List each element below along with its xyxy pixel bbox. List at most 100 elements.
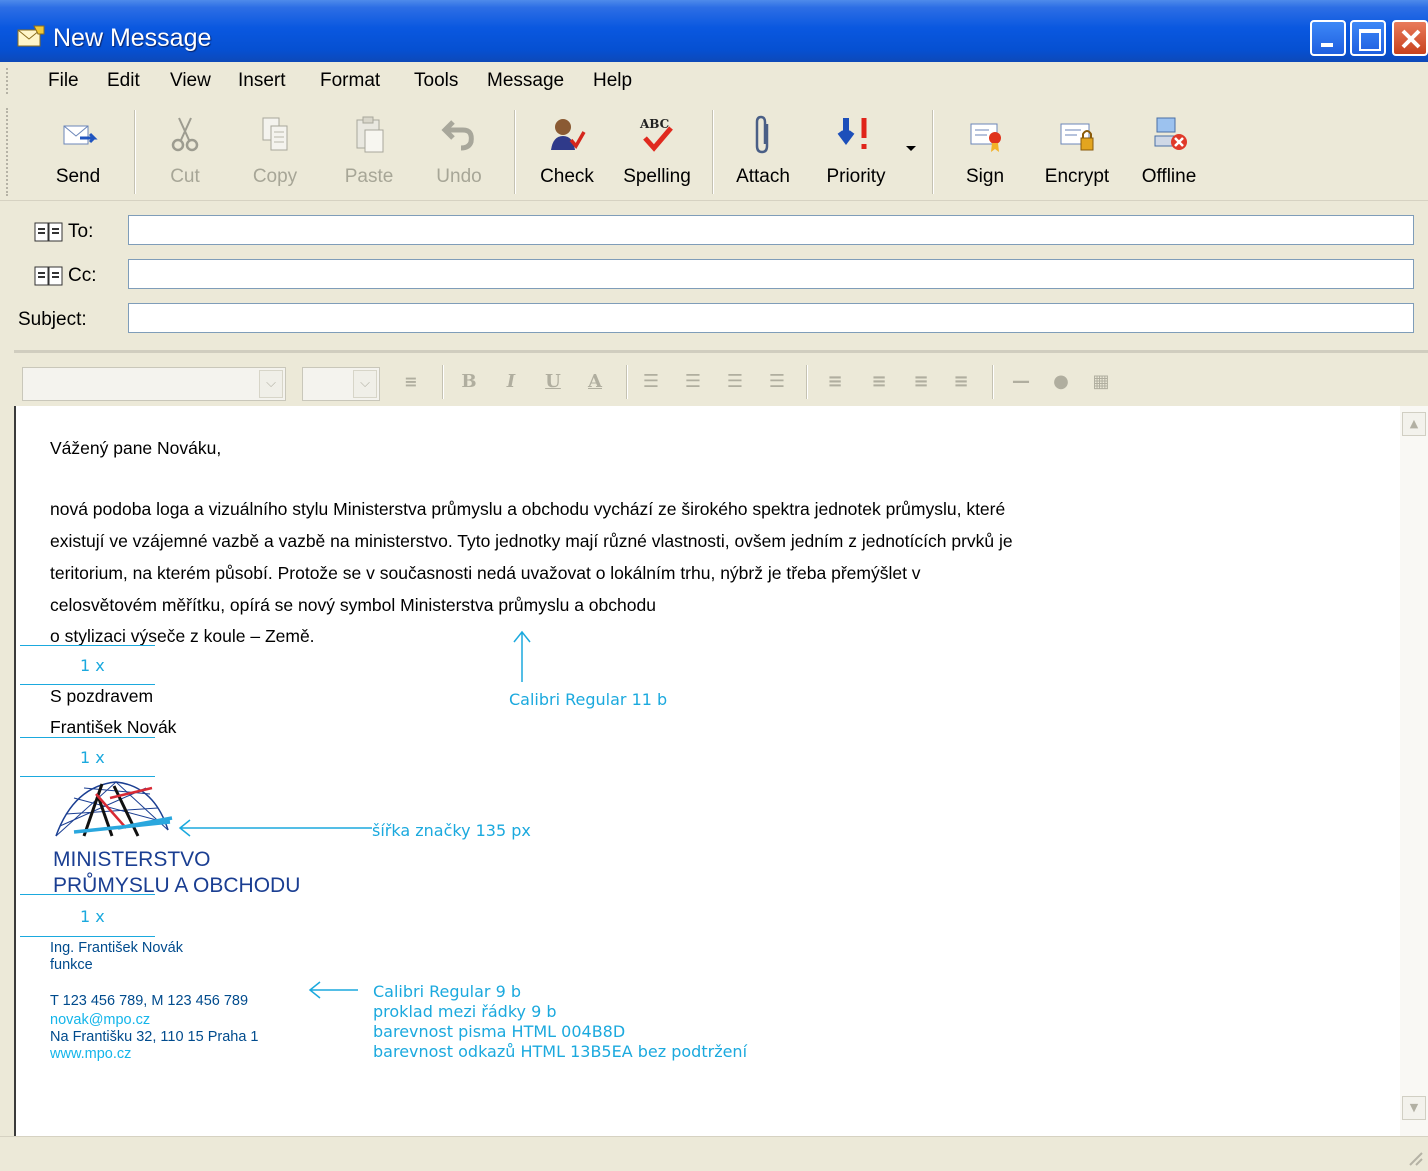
- spacing-guide-line: [20, 936, 155, 937]
- bold-icon[interactable]: B: [456, 367, 482, 397]
- status-bar: [0, 1136, 1428, 1171]
- menu-bar: File Edit View Insert Format Tools Messa…: [0, 62, 1428, 154]
- horizontal-line-icon[interactable]: —: [1008, 367, 1034, 397]
- chevron-down-icon: ⌵: [353, 370, 377, 398]
- hyperlink-icon[interactable]: ●: [1048, 367, 1074, 397]
- justify-icon[interactable]: ≡: [948, 367, 974, 397]
- paragraph-style-icon[interactable]: ≡: [398, 367, 424, 397]
- menu-help[interactable]: Help: [593, 70, 632, 92]
- subject-field[interactable]: [128, 303, 1414, 333]
- vertical-scrollbar[interactable]: ▲ ▼: [1400, 406, 1428, 1136]
- body-font-annotation: Calibri Regular 11 b: [509, 690, 668, 709]
- menu-format[interactable]: Format: [320, 70, 380, 92]
- cut-button[interactable]: Cut: [150, 114, 220, 194]
- copy-button[interactable]: Copy: [240, 114, 310, 194]
- formatting-toolbar: ⌵ ⌵ ≡ B I U A ☰ ☰ ☰ ☰ ≡ ≡ ≡ ≡ — ● ▦: [14, 350, 1428, 409]
- signature-email-link[interactable]: novak@mpo.cz: [50, 1012, 150, 1029]
- check-names-button[interactable]: Check: [532, 114, 602, 194]
- bullet-list-icon[interactable]: ☰: [680, 367, 706, 397]
- sign-button[interactable]: Sign: [950, 114, 1020, 194]
- italic-icon[interactable]: I: [498, 367, 524, 397]
- format-separator: [442, 365, 444, 399]
- check-names-icon: [551, 119, 586, 150]
- toolbar-separator: [514, 110, 516, 194]
- lock-icon: [1060, 123, 1094, 151]
- resize-grip-icon[interactable]: [1406, 1149, 1424, 1167]
- paragraph-line: existují ve vzájemné vazbě a vazbě na mi…: [50, 531, 1013, 551]
- font-color-icon[interactable]: A: [582, 367, 608, 397]
- subject-label: Subject:: [18, 309, 87, 330]
- scroll-up-button[interactable]: ▲: [1402, 412, 1426, 436]
- offline-button[interactable]: Offline: [1134, 114, 1204, 194]
- copy-icon: [262, 117, 288, 151]
- menu-file[interactable]: File: [48, 70, 79, 92]
- align-right-icon[interactable]: ≡: [908, 367, 934, 397]
- to-field[interactable]: [128, 215, 1414, 245]
- maximize-icon: [1359, 29, 1381, 51]
- spelling-button[interactable]: ABC Spelling: [620, 114, 694, 194]
- menu-view[interactable]: View: [170, 70, 211, 92]
- address-book-icon[interactable]: [34, 265, 64, 287]
- spacing-note: 1 x: [80, 907, 105, 926]
- send-icon: [63, 125, 98, 145]
- message-header: To: Cc: Subject:: [0, 200, 1428, 349]
- font-size-select[interactable]: ⌵: [302, 367, 380, 401]
- numbered-list-icon[interactable]: ☰: [638, 367, 664, 397]
- minimize-icon: [1321, 43, 1333, 47]
- attach-button[interactable]: Attach: [728, 114, 798, 194]
- signature-phone: T 123 456 789, M 123 456 789: [50, 993, 249, 1009]
- undo-button[interactable]: Undo: [424, 114, 494, 194]
- menu-tools[interactable]: Tools: [414, 70, 458, 92]
- spacing-note: 1 x: [80, 748, 105, 767]
- paste-button[interactable]: Paste: [332, 114, 406, 194]
- underline-icon[interactable]: U: [540, 367, 566, 397]
- new-message-icon: [17, 25, 45, 47]
- encrypt-button[interactable]: Encrypt: [1040, 114, 1114, 194]
- signature-web-link[interactable]: www.mpo.cz: [50, 1046, 131, 1063]
- align-center-icon[interactable]: ≡: [866, 367, 892, 397]
- signature-annotation-line: Calibri Regular 9 b: [373, 982, 522, 1001]
- spacing-note: 1 x: [80, 656, 105, 675]
- priority-button[interactable]: Priority: [818, 114, 894, 194]
- minimize-button[interactable]: [1310, 20, 1346, 56]
- decrease-indent-icon[interactable]: ☰: [722, 367, 748, 397]
- signature-annotation-line: proklad mezi řádky 9 b: [373, 1002, 557, 1021]
- close-button[interactable]: [1392, 20, 1428, 56]
- scissors-icon: [171, 117, 199, 152]
- paragraph-line: celosvětovém měřítku, opírá se nový symb…: [50, 595, 656, 615]
- toolbar-grip: [6, 108, 11, 196]
- format-separator: [806, 365, 808, 399]
- window-title: New Message: [53, 24, 212, 52]
- menu-grip: [6, 68, 11, 94]
- format-separator: [626, 365, 628, 399]
- send-button[interactable]: Send: [44, 114, 112, 194]
- align-left-icon[interactable]: ≡: [822, 367, 848, 397]
- spacing-guide-line: [20, 776, 155, 777]
- insert-picture-icon[interactable]: ▦: [1088, 367, 1114, 397]
- spacing-guide-line: [20, 737, 155, 738]
- increase-indent-icon[interactable]: ☰: [764, 367, 790, 397]
- cc-label: Cc:: [68, 265, 97, 286]
- arrow-left-icon: [178, 819, 372, 837]
- greeting-text: Vážený pane Nováku,: [50, 438, 222, 458]
- cc-field[interactable]: [128, 259, 1414, 289]
- maximize-button[interactable]: [1350, 20, 1386, 56]
- format-separator: [992, 365, 994, 399]
- sign-icon: [970, 123, 1001, 152]
- svg-text:ABC: ABC: [639, 117, 669, 131]
- priority-dropdown-icon[interactable]: [906, 146, 916, 151]
- closing-text: S pozdravem: [50, 686, 154, 706]
- font-name-select[interactable]: ⌵: [22, 367, 286, 401]
- arrow-left-icon: [308, 981, 358, 999]
- to-label: To:: [68, 221, 94, 242]
- scroll-down-button[interactable]: ▼: [1402, 1096, 1426, 1120]
- menu-edit[interactable]: Edit: [107, 70, 140, 92]
- address-book-icon[interactable]: [34, 221, 64, 243]
- spacing-guide-line: [20, 645, 155, 646]
- paragraph-line: o stylizaci výseče z koule – Země.: [50, 626, 315, 646]
- menu-insert[interactable]: Insert: [238, 70, 286, 92]
- menu-message[interactable]: Message: [487, 70, 564, 92]
- toolbar-separator: [932, 110, 934, 194]
- chevron-down-icon: ⌵: [259, 370, 283, 398]
- undo-icon: [441, 120, 474, 151]
